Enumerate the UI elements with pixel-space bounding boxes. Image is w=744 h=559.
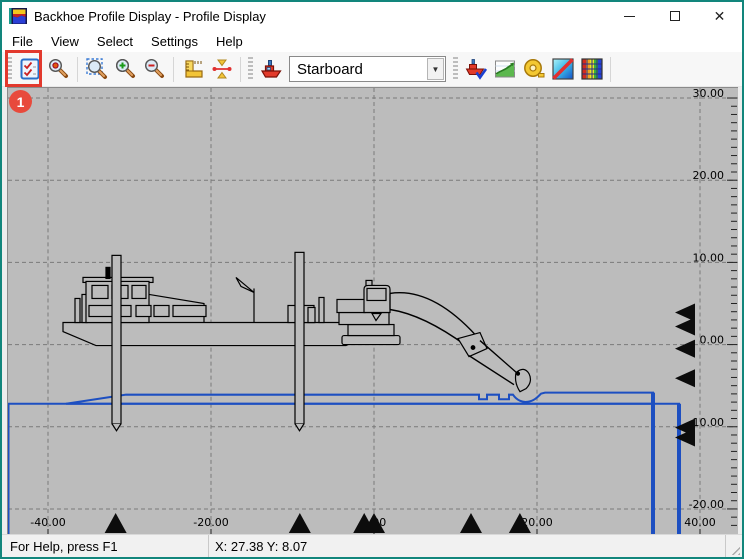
close-icon: ✕ — [714, 9, 726, 23]
toolbar-separator — [240, 57, 241, 82]
menu-bar: File View Select Settings Help — [2, 30, 742, 52]
zoom-window-icon — [85, 57, 109, 81]
x-axis-label: 40.00 — [684, 516, 715, 529]
distance-icon — [210, 57, 234, 81]
bottom-marker-triangle — [105, 513, 127, 533]
seabed-profile — [9, 393, 680, 534]
menu-help[interactable]: Help — [207, 32, 252, 51]
toolbar-separator — [77, 57, 78, 82]
toolbar-separator — [173, 57, 174, 82]
status-bar: For Help, press F1 X: 27.38 Y: 8.07 — [2, 534, 742, 557]
magnifier-icon — [47, 57, 71, 81]
profile-chart-button[interactable] — [490, 55, 519, 84]
bottom-marker-triangle — [289, 513, 311, 533]
right-marker-triangle — [675, 340, 695, 358]
ruler-icon — [181, 57, 205, 81]
toolbar-grip[interactable] — [453, 57, 458, 81]
hull — [63, 323, 361, 346]
zoom-out-button[interactable] — [140, 55, 169, 84]
spud-forward — [112, 255, 121, 430]
zoom-window-button[interactable] — [82, 55, 111, 84]
toolbar-separator — [610, 57, 611, 82]
minimize-icon — [624, 16, 635, 17]
menu-view[interactable]: View — [42, 32, 88, 51]
ruler-button[interactable] — [178, 55, 207, 84]
toolbar: Starboard ▼ — [2, 52, 742, 87]
vessel-select-button[interactable] — [461, 55, 490, 84]
chevron-down-icon[interactable]: ▼ — [427, 58, 444, 80]
app-icon — [9, 7, 27, 25]
right-marker-triangle — [675, 317, 695, 335]
excavator — [337, 280, 530, 391]
menu-file[interactable]: File — [3, 32, 42, 51]
checklist-icon — [18, 57, 42, 81]
resize-grip[interactable] — [726, 535, 742, 557]
boat-check-icon — [464, 57, 488, 81]
bottom-marker-triangle — [460, 513, 482, 533]
zoom-in-button[interactable] — [111, 55, 140, 84]
menu-select[interactable]: Select — [88, 32, 142, 51]
x-axis-label: -20.00 — [193, 516, 228, 529]
canvas-area: -40.00-20.000.0020.0040.0030.0020.0010.0… — [2, 87, 742, 534]
profile-svg: -40.00-20.000.0020.0040.0030.0020.0010.0… — [8, 88, 738, 534]
maximize-icon — [670, 11, 680, 21]
toolbar-grip[interactable] — [7, 57, 12, 81]
status-help-text: For Help, press F1 — [2, 539, 208, 554]
app-window: Backhoe Profile Display - Profile Displa… — [0, 0, 744, 559]
measure-distance-button[interactable] — [207, 55, 236, 84]
color-matrix-button[interactable] — [577, 55, 606, 84]
spud-aft — [295, 252, 304, 430]
x-axis-label: -40.00 — [30, 516, 65, 529]
profile-selector[interactable]: Starboard ▼ — [289, 56, 446, 82]
y-axis-label: 10.00 — [693, 251, 724, 264]
chart-icon — [493, 57, 517, 81]
annotation-step-badge: 1 — [9, 90, 32, 113]
zoom-in-icon — [114, 57, 138, 81]
close-button[interactable]: ✕ — [697, 2, 742, 30]
profile-selector-value: Starboard — [290, 61, 427, 78]
profile-display-canvas[interactable]: -40.00-20.000.0020.0040.0030.0020.0010.0… — [7, 87, 738, 534]
y-axis-label: 20.00 — [693, 169, 724, 182]
section-icon — [551, 57, 575, 81]
y-axis-label: 0.00 — [700, 334, 724, 347]
title-bar: Backhoe Profile Display - Profile Displa… — [2, 2, 742, 30]
select-profile-button[interactable] — [15, 55, 44, 84]
status-coordinates: X: 27.38 Y: 8.07 — [209, 539, 725, 554]
right-marker-triangle — [675, 369, 695, 387]
window-title: Backhoe Profile Display - Profile Displa… — [34, 9, 607, 24]
tape-measure-icon — [522, 57, 546, 81]
vessel-button[interactable] — [256, 55, 285, 84]
y-axis-label: 30.00 — [693, 88, 724, 100]
maximize-button[interactable] — [652, 2, 697, 30]
colormap-icon — [580, 57, 604, 81]
y-axis-label: -20.00 — [689, 498, 724, 511]
minimize-button[interactable] — [607, 2, 652, 30]
zoom-tool-button[interactable] — [44, 55, 73, 84]
toolbar-grip[interactable] — [248, 57, 253, 81]
menu-settings[interactable]: Settings — [142, 32, 207, 51]
boat-icon — [259, 57, 283, 81]
zoom-out-icon — [143, 57, 167, 81]
tape-measure-button[interactable] — [519, 55, 548, 84]
section-view-button[interactable] — [548, 55, 577, 84]
